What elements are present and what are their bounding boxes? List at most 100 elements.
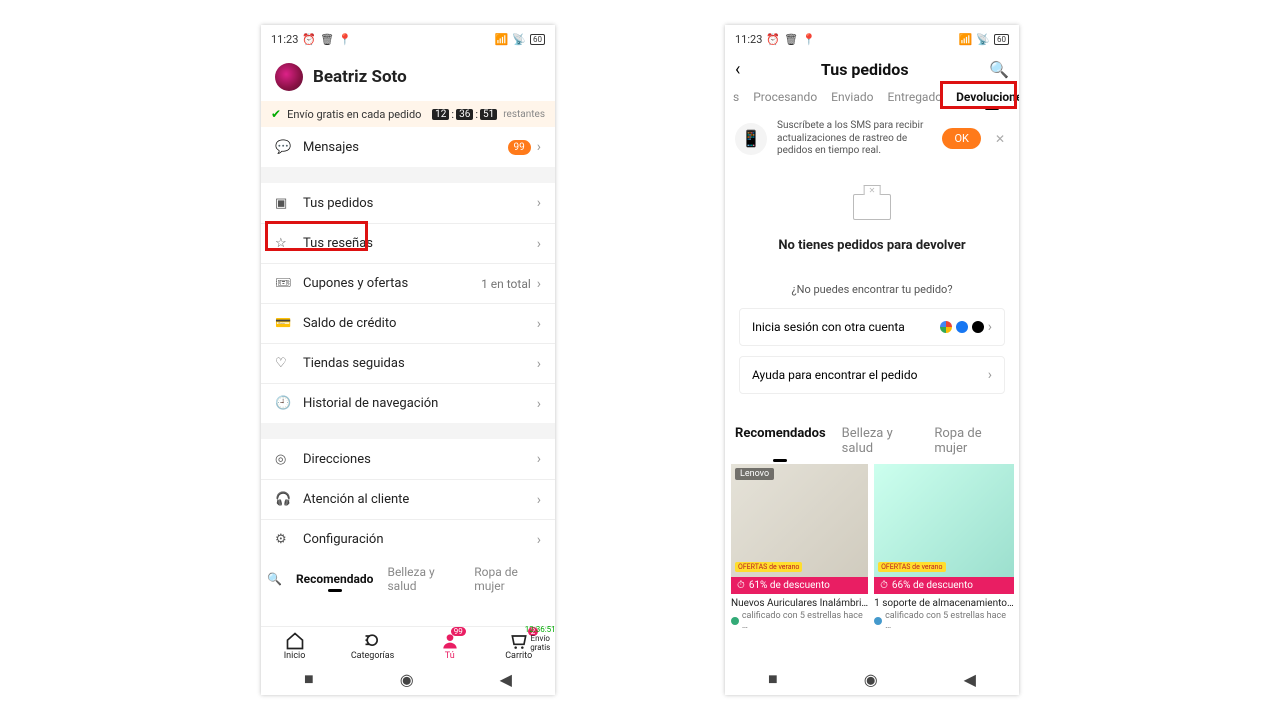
chevron-right-icon: › bbox=[537, 532, 541, 548]
close-icon[interactable]: ✕ bbox=[991, 132, 1009, 146]
headset-icon: 🎧 bbox=[275, 492, 291, 507]
android-navbar: ■ ◉ ◀ bbox=[725, 663, 1019, 695]
chevron-right-icon: › bbox=[537, 396, 541, 412]
battery-icon: 60 bbox=[994, 34, 1009, 45]
tab-belleza[interactable]: Belleza y salud bbox=[387, 565, 460, 593]
avatar[interactable] bbox=[275, 63, 303, 91]
menu-historial[interactable]: 🕘 Historial de navegación › bbox=[261, 383, 555, 423]
back-nav-icon[interactable]: ◀ bbox=[964, 670, 976, 689]
menu-direcciones[interactable]: ◎ Direcciones › bbox=[261, 439, 555, 479]
tab-belleza[interactable]: Belleza y salud bbox=[842, 426, 919, 456]
tab-recomendados[interactable]: Recomendados bbox=[735, 426, 826, 456]
shipping-text: Envío gratis en cada pedido bbox=[287, 108, 421, 121]
menu-pedidos[interactable]: ▣ Tus pedidos › bbox=[261, 183, 555, 223]
chat-icon: 💬 bbox=[275, 140, 291, 155]
search-icon[interactable]: 🔍 bbox=[989, 60, 1009, 79]
reviews-icon: ☆ bbox=[275, 236, 291, 251]
statusbar: 11:23 ⏰ 🗑 📍 📶 📡 60 bbox=[725, 25, 1019, 53]
help-find-order[interactable]: Ayuda para encontrar el pedido › bbox=[739, 356, 1005, 394]
product-row: Lenovo OFERTAS de verano ⏱61% de descuen… bbox=[725, 464, 1019, 635]
sms-text: Suscríbete a los SMS para recibir actual… bbox=[777, 120, 932, 158]
google-icon bbox=[940, 321, 952, 333]
tab-enviado[interactable]: Enviado bbox=[831, 90, 873, 104]
ofertas-badge: OFERTAS de verano bbox=[735, 562, 802, 572]
search-icon[interactable]: 🔍 bbox=[267, 572, 282, 586]
page-title: Tus pedidos bbox=[821, 60, 909, 79]
product-rating: calificado con 5 estrellas hace … bbox=[874, 611, 1014, 631]
tab-entregado[interactable]: Entregado bbox=[888, 90, 943, 104]
phone-account-screen: 11:23 ⏰ 🗑 📍 📶 📡 60 Beatriz Soto ✔ Envío … bbox=[261, 25, 555, 695]
menu-config[interactable]: ⚙ Configuración › bbox=[261, 519, 555, 559]
home-nav-icon[interactable]: ◉ bbox=[400, 670, 414, 689]
chevron-right-icon: › bbox=[537, 276, 541, 292]
shipping-banner[interactable]: ✔ Envío gratis en cada pedido 12: 36: 51… bbox=[261, 101, 555, 127]
apple-icon bbox=[972, 321, 984, 333]
product-rating: calificado con 5 estrellas hace … bbox=[731, 611, 868, 631]
menu-resenas[interactable]: ☆ Tus reseñas › bbox=[261, 223, 555, 263]
menu-mensajes[interactable]: 💬 Mensajes 99› bbox=[261, 127, 555, 167]
recent-icon[interactable]: ■ bbox=[768, 669, 778, 689]
back-icon[interactable]: ‹ bbox=[735, 59, 740, 80]
chevron-right-icon: › bbox=[537, 356, 541, 372]
chevron-right-icon: › bbox=[537, 451, 541, 467]
menu-atencion[interactable]: 🎧 Atención al cliente › bbox=[261, 479, 555, 519]
sms-banner: 📱 Suscríbete a los SMS para recibir actu… bbox=[725, 112, 1019, 166]
tab-devoluciones[interactable]: Devoluciones bbox=[956, 90, 1019, 104]
battery-icon: 60 bbox=[530, 34, 545, 45]
rec-tabs: Recomendados Belleza y salud Ropa de muj… bbox=[725, 416, 1019, 464]
pin-icon: ◎ bbox=[275, 452, 291, 467]
status-time: 11:23 bbox=[271, 33, 298, 46]
bottombar: Inicio Categorías 99 Tú 2 12:36:51Envío … bbox=[261, 626, 555, 695]
countdown: 12: 36: 51 restantes bbox=[432, 108, 545, 121]
orders-icon: ▣ bbox=[275, 196, 291, 211]
bb-tu[interactable]: 99 Tú bbox=[440, 631, 460, 661]
trash-icon: 🗑 bbox=[320, 33, 334, 46]
location-icon: 📍 bbox=[802, 33, 816, 46]
badge: 99 bbox=[508, 140, 531, 155]
chevron-right-icon: › bbox=[537, 236, 541, 252]
alarm-icon: ⏰ bbox=[302, 33, 316, 46]
empty-subtitle: ¿No puedes encontrar tu pedido? bbox=[791, 283, 952, 296]
chevron-right-icon: › bbox=[537, 492, 541, 508]
product-title: 1 soporte de almacenamiento… bbox=[874, 598, 1014, 609]
envio-timer: 12:36:51Envío gratis bbox=[520, 625, 555, 652]
coupon-icon: 🎟 bbox=[275, 276, 291, 291]
menu-cupones[interactable]: 🎟 Cupones y ofertas 1 en total› bbox=[261, 263, 555, 303]
signal-icon: 📶 bbox=[495, 33, 509, 46]
alarm-icon: ⏰ bbox=[766, 33, 780, 46]
chevron-right-icon: › bbox=[537, 195, 541, 211]
phone-sms-icon: 📱 bbox=[735, 123, 767, 155]
product-card[interactable]: OFERTAS de verano ⏱66% de descuento 1 so… bbox=[874, 464, 1014, 631]
wifi-icon: 📡 bbox=[976, 33, 990, 46]
product-card[interactable]: Lenovo OFERTAS de verano ⏱61% de descuen… bbox=[731, 464, 868, 631]
discount-strip: ⏱66% de descuento bbox=[874, 577, 1014, 594]
statusbar: 11:23 ⏰ 🗑 📍 📶 📡 60 bbox=[261, 25, 555, 53]
empty-state: No tienes pedidos para devolver ¿No pued… bbox=[725, 166, 1019, 416]
tab-ropa[interactable]: Ropa de mujer bbox=[474, 565, 545, 593]
ok-button[interactable]: OK bbox=[942, 128, 980, 149]
empty-box-icon bbox=[853, 194, 891, 220]
bb-inicio[interactable]: Inicio bbox=[284, 631, 306, 661]
menu-tiendas[interactable]: ♡ Tiendas seguidas › bbox=[261, 343, 555, 383]
tab-recomendado[interactable]: Recomendado bbox=[296, 572, 374, 586]
rec-tabs: 🔍 Recomendado Belleza y salud Ropa de mu… bbox=[261, 559, 555, 599]
android-navbar: ■ ◉ ◀ bbox=[261, 663, 555, 695]
bb-categorias[interactable]: Categorías bbox=[351, 631, 394, 661]
login-other-account[interactable]: Inicia sesión con otra cuenta › bbox=[739, 308, 1005, 346]
discount-strip: ⏱61% de descuento bbox=[731, 577, 868, 594]
bb-carrito[interactable]: 2 12:36:51Envío gratis Carrito bbox=[505, 631, 532, 661]
home-icon bbox=[285, 631, 305, 651]
tab-ropa[interactable]: Ropa de mujer bbox=[934, 426, 1009, 456]
history-icon: 🕘 bbox=[275, 396, 291, 411]
profile-header[interactable]: Beatriz Soto bbox=[261, 53, 555, 101]
facebook-icon bbox=[956, 321, 968, 333]
badge: 99 bbox=[451, 627, 466, 636]
recent-icon[interactable]: ■ bbox=[304, 669, 314, 689]
profile-name: Beatriz Soto bbox=[313, 67, 407, 87]
phone-orders-screen: 11:23 ⏰ 🗑 📍 📶 📡 60 ‹ Tus pedidos 🔍 s Pro… bbox=[725, 25, 1019, 695]
home-nav-icon[interactable]: ◉ bbox=[864, 670, 878, 689]
back-nav-icon[interactable]: ◀ bbox=[500, 670, 512, 689]
tab-partial[interactable]: s bbox=[733, 90, 739, 104]
tab-procesando[interactable]: Procesando bbox=[753, 90, 817, 104]
menu-saldo[interactable]: 💳 Saldo de crédito › bbox=[261, 303, 555, 343]
